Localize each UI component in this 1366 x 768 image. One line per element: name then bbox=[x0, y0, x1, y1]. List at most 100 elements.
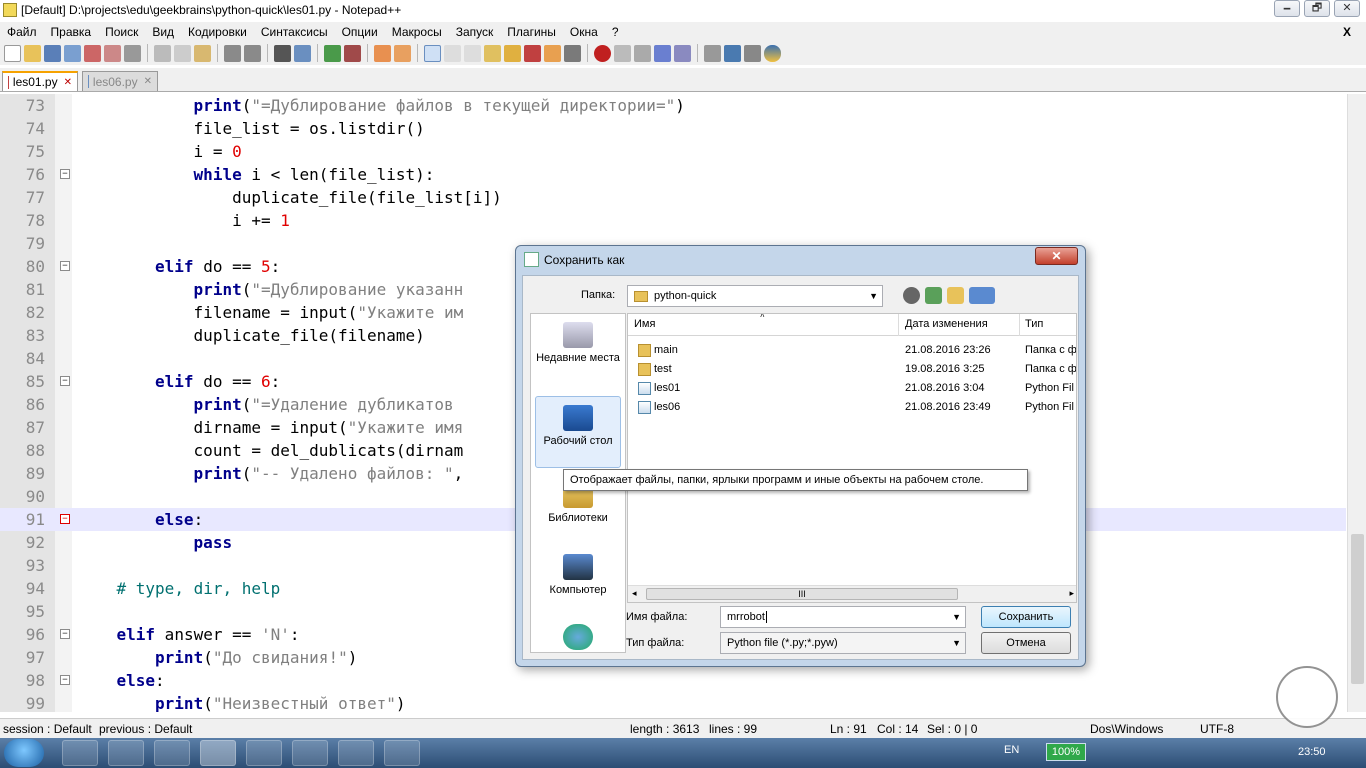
place-recent[interactable]: Недавние места bbox=[535, 322, 621, 364]
menu-help[interactable]: ? bbox=[605, 25, 626, 39]
close-all-icon[interactable] bbox=[104, 44, 121, 62]
play-macro-icon[interactable] bbox=[634, 44, 651, 62]
folder-select[interactable]: python-quick ▼ bbox=[627, 285, 883, 307]
copy-icon[interactable] bbox=[174, 44, 191, 62]
undo-icon[interactable] bbox=[224, 44, 241, 62]
redo-icon[interactable] bbox=[244, 44, 261, 62]
settings-icon[interactable] bbox=[744, 44, 761, 62]
menu-encoding[interactable]: Кодировки bbox=[181, 25, 254, 39]
file-row[interactable]: les06 21.08.2016 23:49 Python Fil bbox=[628, 398, 1076, 417]
user-language-icon[interactable] bbox=[484, 44, 501, 62]
column-name[interactable]: Имя bbox=[634, 318, 655, 330]
file-row[interactable]: main 21.08.2016 23:26 Папка с ф bbox=[628, 341, 1076, 360]
menu-language[interactable]: Синтаксисы bbox=[254, 25, 335, 39]
column-divider[interactable] bbox=[898, 314, 899, 336]
close-icon[interactable] bbox=[84, 44, 101, 62]
cancel-button[interactable]: Отмена bbox=[981, 632, 1071, 654]
file-row[interactable]: test 19.08.2016 3:25 Папка с ф bbox=[628, 360, 1076, 379]
indent-guide-icon[interactable] bbox=[464, 44, 481, 62]
scrollbar-thumb[interactable]: III bbox=[646, 588, 958, 600]
menu-plugins[interactable]: Плагины bbox=[500, 25, 563, 39]
menu-run[interactable]: Запуск bbox=[449, 25, 501, 39]
chevron-down-icon[interactable]: ▼ bbox=[952, 607, 961, 627]
save-button[interactable]: Сохранить bbox=[981, 606, 1071, 628]
maximize-button[interactable]: 🗗 bbox=[1304, 0, 1330, 17]
cut-icon[interactable] bbox=[154, 44, 171, 62]
python-icon[interactable] bbox=[764, 44, 781, 62]
battery-icon[interactable]: 100% bbox=[1046, 743, 1086, 761]
filetype-select[interactable]: Python file (*.py;*.pyw) ▼ bbox=[720, 632, 966, 654]
fold-toggle-icon[interactable]: − bbox=[60, 376, 70, 386]
doc-map-icon[interactable] bbox=[504, 44, 521, 62]
column-type[interactable]: Тип bbox=[1025, 318, 1043, 330]
scroll-right-icon[interactable]: ▸ bbox=[1069, 588, 1074, 599]
column-divider[interactable] bbox=[1019, 314, 1020, 336]
open-file-icon[interactable] bbox=[24, 44, 41, 62]
code-line[interactable]: 75 i = 0 bbox=[0, 140, 1346, 163]
sync-vertical-icon[interactable] bbox=[374, 44, 391, 62]
fold-toggle-icon[interactable]: − bbox=[60, 675, 70, 685]
minimize-button[interactable]: 🗕 bbox=[1274, 0, 1300, 17]
pdf-task-icon[interactable] bbox=[246, 740, 282, 766]
new-folder-icon[interactable] bbox=[947, 287, 964, 304]
tab-les06[interactable]: les06.py ✕ bbox=[82, 71, 158, 91]
tab-les01[interactable]: les01.py ✕ bbox=[2, 71, 78, 91]
code-line[interactable]: 76 − while i < len(file_list): bbox=[0, 163, 1346, 186]
save-macro-icon[interactable] bbox=[674, 44, 691, 62]
menu-settings[interactable]: Опции bbox=[335, 25, 385, 39]
notepadpp-task-icon[interactable] bbox=[200, 740, 236, 766]
menu-file[interactable]: Файл bbox=[0, 25, 44, 39]
media-task-icon[interactable] bbox=[108, 740, 144, 766]
close-document-icon[interactable]: X bbox=[1336, 25, 1358, 39]
terminal-icon[interactable] bbox=[724, 44, 741, 62]
file-row[interactable]: les01 21.08.2016 3:04 Python Fil bbox=[628, 379, 1076, 398]
print-icon[interactable] bbox=[124, 44, 141, 62]
scrollbar-thumb[interactable] bbox=[1351, 534, 1364, 684]
menu-search[interactable]: Поиск bbox=[98, 25, 145, 39]
new-file-icon[interactable] bbox=[4, 44, 21, 62]
view-menu-icon[interactable] bbox=[969, 287, 995, 304]
word-wrap-icon[interactable] bbox=[424, 44, 441, 62]
close-window-button[interactable]: ✕ bbox=[1334, 0, 1360, 17]
menu-view[interactable]: Вид bbox=[145, 25, 181, 39]
file-list-horizontal-scrollbar[interactable]: ◂ III ▸ bbox=[628, 585, 1076, 602]
tab-close-icon[interactable]: ✕ bbox=[144, 76, 152, 87]
function-list-icon[interactable] bbox=[524, 44, 541, 62]
record-macro-icon[interactable] bbox=[594, 44, 611, 62]
code-line[interactable]: 73 print("=Дублирование файлов в текущей … bbox=[0, 94, 1346, 117]
zoom-in-icon[interactable] bbox=[324, 44, 341, 62]
code-line[interactable]: 78 i += 1 bbox=[0, 209, 1346, 232]
file-list[interactable]: Имя ˄ Дата изменения Тип main 21.08.2016 … bbox=[627, 313, 1077, 603]
column-date[interactable]: Дата изменения bbox=[905, 318, 988, 330]
plugin-icon[interactable] bbox=[704, 44, 721, 62]
clock[interactable]: 23:50 bbox=[1298, 746, 1326, 758]
start-button-icon[interactable] bbox=[4, 739, 44, 767]
app-task-icon[interactable] bbox=[384, 740, 420, 766]
tab-close-icon[interactable]: ✕ bbox=[64, 77, 72, 88]
code-line[interactable]: 77 duplicate_file(file_list[i]) bbox=[0, 186, 1346, 209]
firefox-task-icon[interactable] bbox=[154, 740, 190, 766]
editor-vertical-scrollbar[interactable] bbox=[1347, 94, 1366, 712]
browser-task-icon[interactable] bbox=[338, 740, 374, 766]
code-line[interactable]: 74 file_list = os.listdir() bbox=[0, 117, 1346, 140]
explorer-task-icon[interactable] bbox=[62, 740, 98, 766]
language-indicator[interactable]: EN bbox=[1004, 744, 1019, 756]
sync-horizontal-icon[interactable] bbox=[394, 44, 411, 62]
place-computer[interactable]: Компьютер bbox=[535, 554, 621, 596]
fold-toggle-icon[interactable]: − bbox=[60, 261, 70, 271]
console-task-icon[interactable] bbox=[292, 740, 328, 766]
save-all-icon[interactable] bbox=[64, 44, 81, 62]
run-macro-multiple-icon[interactable] bbox=[654, 44, 671, 62]
menu-macro[interactable]: Макросы bbox=[385, 25, 449, 39]
save-icon[interactable] bbox=[44, 44, 61, 62]
monitoring-icon[interactable] bbox=[564, 44, 581, 62]
scroll-left-icon[interactable]: ◂ bbox=[632, 588, 637, 599]
code-line[interactable]: 99 print("Неизвестный ответ") bbox=[0, 692, 1346, 712]
folder-workspace-icon[interactable] bbox=[544, 44, 561, 62]
code-line[interactable]: 98 − else: bbox=[0, 669, 1346, 692]
place-desktop[interactable]: Рабочий стол bbox=[535, 396, 621, 468]
fold-toggle-icon[interactable]: − bbox=[60, 169, 70, 179]
show-all-chars-icon[interactable] bbox=[444, 44, 461, 62]
menu-window[interactable]: Окна bbox=[563, 25, 605, 39]
fold-toggle-icon[interactable]: − bbox=[60, 514, 70, 524]
